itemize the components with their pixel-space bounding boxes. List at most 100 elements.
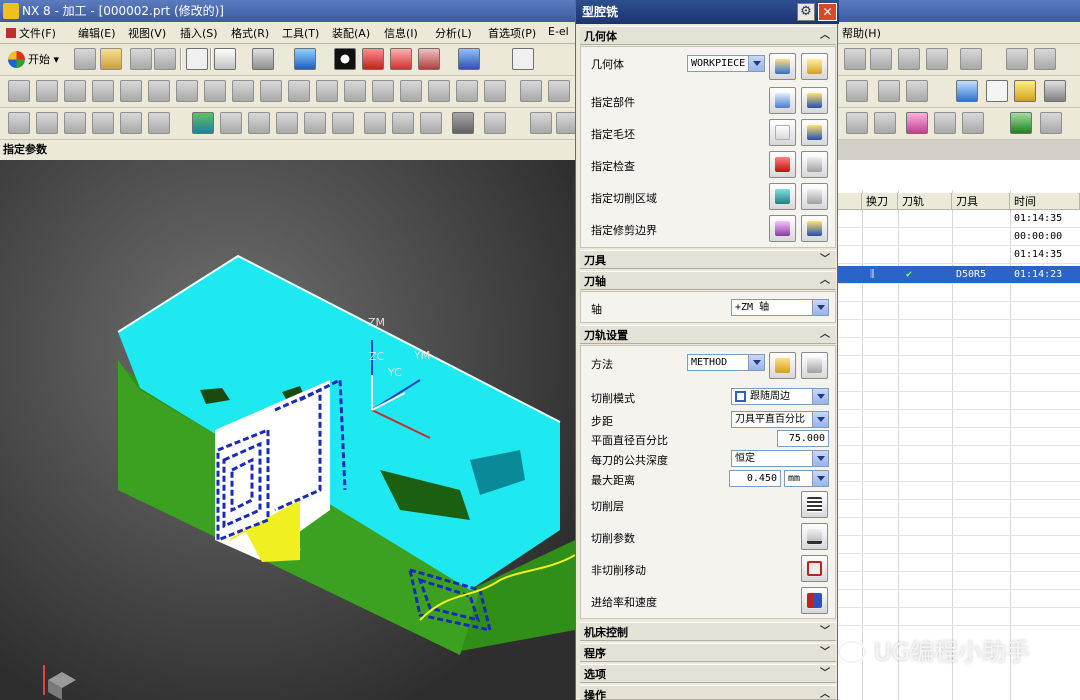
table-row[interactable] (838, 338, 1080, 356)
chevron-down-icon[interactable]: ﹀ (818, 623, 832, 641)
menu-tools[interactable]: 工具(T) (282, 25, 319, 41)
menu-file[interactable]: 文件(F) (6, 25, 56, 41)
section-tool-axis[interactable]: 刀轴 ︿ (580, 271, 836, 290)
edit-icon-4[interactable] (92, 112, 114, 134)
method-select[interactable]: METHOD (687, 354, 765, 371)
edit-icon-18[interactable] (530, 112, 552, 134)
chevron-up-icon[interactable]: ︿ (818, 272, 832, 290)
nav-icon-2[interactable] (878, 80, 900, 102)
table-row[interactable] (838, 428, 1080, 446)
section-machine-control[interactable]: 机床控制 ﹀ (580, 622, 836, 641)
op-icon-11[interactable] (288, 80, 310, 102)
op-icon-5[interactable] (120, 80, 142, 102)
menu-e-el[interactable]: E-el (548, 25, 569, 38)
op-icon-19[interactable] (520, 80, 542, 102)
specify-check-button[interactable] (769, 151, 796, 178)
table-row[interactable]: 01:14:35 (838, 210, 1080, 228)
edit-icon-15[interactable] (420, 112, 442, 134)
edit-icon-20[interactable] (846, 112, 868, 134)
postprocess-icon[interactable] (1044, 80, 1066, 102)
view-orient-icon[interactable] (294, 48, 316, 70)
table-row[interactable]: 01:14:35 (838, 246, 1080, 264)
edit-icon-10[interactable] (276, 112, 298, 134)
new-method-button[interactable] (769, 352, 796, 379)
gear-icon[interactable]: ⚙ (797, 3, 815, 21)
chevron-down-icon[interactable]: ﹀ (818, 665, 832, 683)
edit-icon-22[interactable] (906, 112, 928, 134)
header-tool[interactable]: 刀具 (952, 193, 1010, 210)
stepover-select[interactable]: 刀具平直百分比 (731, 411, 829, 428)
display-trim-button[interactable] (801, 215, 828, 242)
max-distance-input[interactable]: 0.450 (729, 470, 781, 487)
save-icon[interactable] (130, 48, 152, 70)
table-row[interactable] (838, 590, 1080, 608)
header-time[interactable]: 时间 (1010, 193, 1080, 210)
menu-help[interactable]: 帮助(H) (842, 25, 881, 41)
flat-percent-input[interactable]: 75.000 (777, 430, 829, 447)
section-tool[interactable]: 刀具 ﹀ (580, 250, 836, 269)
edit-icon-26[interactable] (1040, 112, 1062, 134)
menu-preferences[interactable]: 首选项(P) (488, 25, 536, 41)
tool-icon[interactable] (458, 48, 480, 70)
section-path-settings[interactable]: 刀轨设置 ︿ (580, 325, 836, 344)
op-icon-18[interactable] (484, 80, 506, 102)
menu-information[interactable]: 信息(I) (384, 25, 418, 41)
display-part-button[interactable] (801, 87, 828, 114)
specify-blank-button[interactable] (769, 119, 796, 146)
edit-icon-1[interactable] (8, 112, 30, 134)
depth-select[interactable]: 恒定 (731, 450, 829, 467)
section-options[interactable]: 选项 ﹀ (580, 664, 836, 683)
new-geometry-button[interactable] (769, 53, 796, 80)
op-icon-12[interactable] (316, 80, 338, 102)
op-icon-13[interactable] (344, 80, 366, 102)
edit-icon-24[interactable] (962, 112, 984, 134)
cut-levels-button[interactable] (801, 491, 828, 518)
chevron-up-icon[interactable]: ︿ (818, 686, 832, 700)
toolbar-e-icon[interactable] (1006, 48, 1028, 70)
menu-insert[interactable]: 插入(S) (180, 25, 218, 41)
feeds-speeds-button[interactable] (801, 587, 828, 614)
table-row[interactable] (838, 410, 1080, 428)
start-button[interactable]: 开始 ▾ (6, 50, 63, 70)
table-row[interactable] (838, 284, 1080, 302)
section-geometry[interactable]: 几何体 ︿ (580, 26, 836, 45)
edit-icon-17[interactable] (484, 112, 506, 134)
menu-assemblies[interactable]: 装配(A) (332, 25, 370, 41)
op-icon-17[interactable] (456, 80, 478, 102)
edit-icon-3[interactable] (64, 112, 86, 134)
table-row[interactable] (838, 374, 1080, 392)
edit-method-button[interactable] (801, 352, 828, 379)
table-row[interactable] (838, 608, 1080, 626)
specify-part-button[interactable] (769, 87, 796, 114)
toolbar-c-icon[interactable] (926, 48, 948, 70)
table-row[interactable] (838, 572, 1080, 590)
table-row[interactable] (838, 536, 1080, 554)
axis-icon[interactable] (512, 48, 534, 70)
specify-cut-area-button[interactable] (769, 183, 796, 210)
new-icon[interactable] (74, 48, 96, 70)
op-icon-9[interactable] (232, 80, 254, 102)
op-icon-6[interactable] (148, 80, 170, 102)
section-program[interactable]: 程序 ﹀ (580, 643, 836, 662)
section-actions[interactable]: 操作 ︿ (580, 685, 836, 700)
edit-icon-11[interactable] (304, 112, 326, 134)
header-path[interactable]: 刀轨 (898, 193, 952, 210)
header-toolchange[interactable]: 换刀 (862, 193, 898, 210)
csys-icon[interactable] (390, 48, 412, 70)
method-icon[interactable] (418, 48, 440, 70)
table-row[interactable] (838, 518, 1080, 536)
cut-mode-select[interactable]: 跟随周边 (731, 388, 829, 405)
fit-view-icon[interactable] (214, 48, 236, 70)
op-icon-10[interactable] (260, 80, 282, 102)
op-icon-14[interactable] (372, 80, 394, 102)
non-cut-moves-button[interactable] (801, 555, 828, 582)
display-blank-button[interactable] (801, 119, 828, 146)
table-row[interactable] (838, 464, 1080, 482)
edit-icon-9[interactable] (248, 112, 270, 134)
cut-icon[interactable] (154, 48, 176, 70)
toolbar-a-icon[interactable] (844, 48, 866, 70)
verify-icon[interactable] (1014, 80, 1036, 102)
op-icon-8[interactable] (204, 80, 226, 102)
specify-trim-button[interactable] (769, 215, 796, 242)
menu-edit[interactable]: 编辑(E) (78, 25, 116, 41)
